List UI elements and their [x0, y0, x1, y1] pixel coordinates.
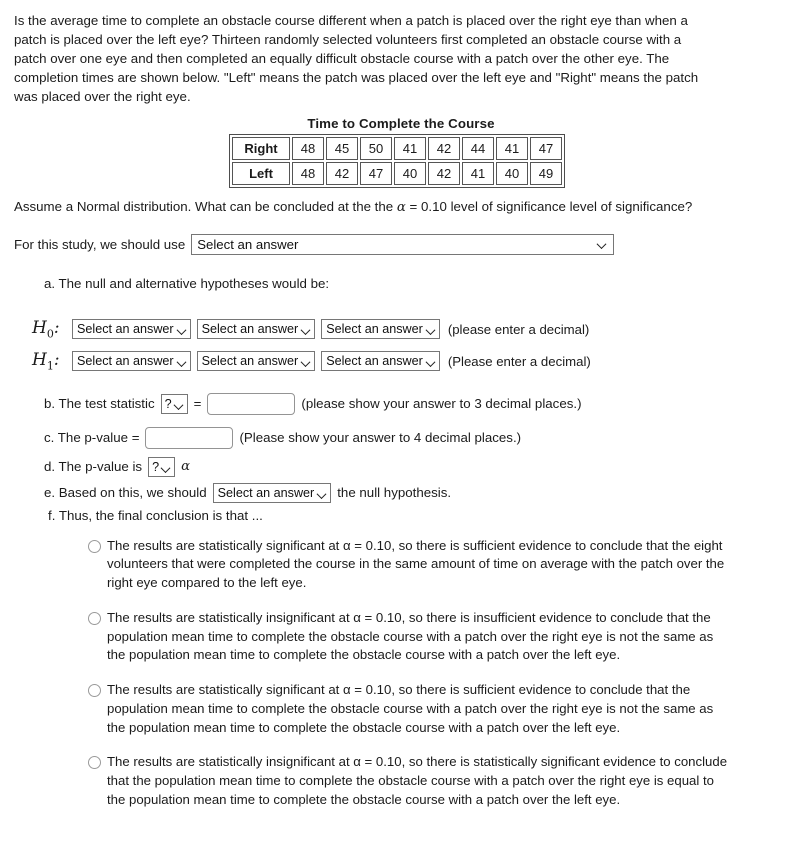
part-c-label: c. The p-value =	[44, 430, 140, 445]
cell-left-5: 42	[428, 162, 460, 186]
h1-note: (Please enter a decimal)	[447, 353, 591, 369]
row-label-right: Right	[232, 137, 290, 161]
assume-text-after: = 0.10 level of significance level of si…	[405, 199, 693, 215]
table-row: Left 48 42 47 40 42 41 40 49	[232, 162, 562, 186]
h0-note: (please enter a decimal)	[447, 321, 590, 337]
part-b-note: (please show your answer to 3 decimal pl…	[301, 396, 582, 411]
completion-times-table: Right 48 45 50 41 42 44 41 47 Left 48 42…	[229, 134, 565, 189]
test-statistic-type-select[interactable]: ?	[160, 393, 188, 414]
study-method-select[interactable]: Select an answer	[191, 234, 615, 256]
table-title: Time to Complete the Course	[307, 116, 495, 132]
option-label: The results are statistically insignific…	[107, 754, 728, 807]
p-value-comparison-select[interactable]: ?	[148, 456, 176, 477]
part-c-note: (Please show your answer to 4 decimal pl…	[239, 430, 522, 445]
alpha-symbol: α	[181, 459, 191, 474]
option-label: The results are statistically significan…	[107, 682, 714, 735]
part-c-row: c. The p-value = (Please show your answe…	[44, 426, 788, 449]
data-table-container: Time to Complete the Course Right 48 45 …	[14, 116, 788, 189]
null-hypothesis-row: H0: Select an answer Select an answer Se…	[32, 318, 788, 340]
cell-right-5: 42	[428, 137, 460, 161]
p-value-input[interactable]	[145, 426, 234, 449]
h1-value-select[interactable]: Select an answer	[321, 351, 440, 372]
cell-right-2: 45	[326, 137, 358, 161]
part-e-suffix: the null hypothesis.	[337, 485, 452, 500]
h1-parameter-select[interactable]: Select an answer	[72, 351, 191, 372]
part-d-label: d. The p-value is	[44, 459, 143, 474]
study-prompt: For this study, we should use	[14, 237, 186, 253]
option-label: The results are statistically insignific…	[107, 609, 714, 663]
alternative-hypothesis-row: H1: Select an answer Select an answer Se…	[32, 350, 788, 372]
h0-operator-select[interactable]: Select an answer	[196, 319, 316, 340]
decision-select[interactable]: Select an answer	[212, 482, 332, 503]
h1-operator-select[interactable]: Select an answer	[196, 351, 316, 372]
part-e-row: e. Based on this, we should Select an an…	[44, 482, 788, 503]
h0-value-select[interactable]: Select an answer	[321, 319, 440, 340]
cell-left-4: 40	[394, 162, 426, 186]
conclusion-option-2[interactable]: The results are statistically insignific…	[88, 609, 728, 665]
part-e-label: e. Based on this, we should	[44, 485, 207, 500]
cell-left-7: 40	[496, 162, 528, 186]
row-label-left: Left	[232, 162, 290, 186]
question-page: Is the average time to complete an obsta…	[0, 0, 802, 809]
alpha-symbol: α	[396, 200, 406, 216]
conclusion-option-1[interactable]: The results are statistically significan…	[88, 537, 728, 593]
problem-statement: Is the average time to complete an obsta…	[14, 13, 699, 104]
option-label: The results are statistically significan…	[107, 537, 725, 591]
significance-level-text: Assume a Normal distribution. What can b…	[14, 198, 714, 218]
conclusion-option-4[interactable]: The results are statistically insignific…	[88, 753, 728, 809]
part-b-row: b. The test statistic ? = (please show y…	[44, 392, 788, 415]
cell-left-3: 47	[360, 162, 392, 186]
hypotheses-block: H0: Select an answer Select an answer Se…	[32, 318, 788, 373]
cell-left-8: 49	[530, 162, 562, 186]
assume-text-before: Assume a Normal distribution. What can b…	[14, 199, 397, 215]
cell-left-1: 48	[292, 162, 324, 186]
h1-label: H1:	[32, 350, 60, 373]
cell-left-2: 42	[326, 162, 358, 186]
cell-left-6: 41	[462, 162, 494, 186]
part-d-row: d. The p-value is ? α	[44, 456, 788, 477]
test-statistic-input[interactable]	[207, 392, 296, 415]
radio-button-icon[interactable]	[88, 684, 101, 698]
h0-label: H0:	[32, 317, 60, 341]
radio-button-icon[interactable]	[88, 539, 101, 553]
cell-right-1: 48	[292, 137, 324, 161]
radio-button-icon[interactable]	[88, 756, 101, 770]
cell-right-6: 44	[462, 137, 494, 161]
radio-button-icon[interactable]	[88, 611, 101, 625]
study-method-row: For this study, we should use Select an …	[14, 234, 788, 256]
h0-parameter-select[interactable]: Select an answer	[72, 319, 191, 340]
conclusion-options-group: The results are statistically significan…	[88, 537, 788, 810]
cell-right-4: 41	[394, 137, 426, 161]
equals-sign: =	[193, 396, 202, 411]
cell-right-3: 50	[360, 137, 392, 161]
part-f-label: f. Thus, the final conclusion is that ..…	[48, 507, 263, 523]
conclusion-option-3[interactable]: The results are statistically significan…	[88, 681, 728, 737]
cell-right-7: 41	[496, 137, 528, 161]
part-b-label: b. The test statistic	[44, 396, 155, 411]
part-a-label: a. The null and alternative hypotheses w…	[44, 276, 330, 292]
table-row: Right 48 45 50 41 42 44 41 47	[232, 137, 562, 161]
cell-right-8: 47	[530, 137, 562, 161]
